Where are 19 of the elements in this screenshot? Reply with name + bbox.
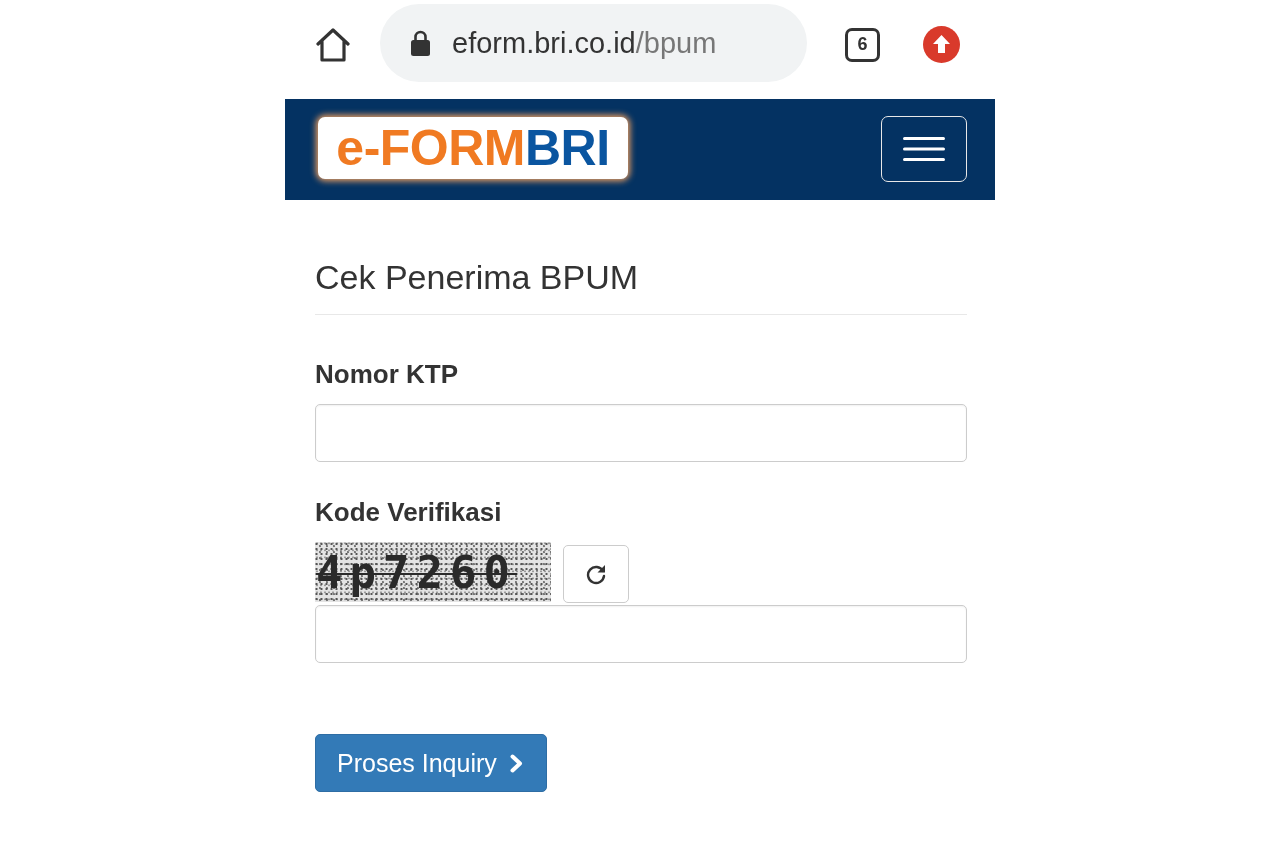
logo[interactable]: e-FORMBRI (318, 116, 628, 179)
tab-count-button[interactable]: 6 (845, 27, 880, 62)
field-label: Nomor KTP (315, 359, 458, 389)
menu-button[interactable] (881, 115, 967, 182)
address-bar[interactable]: eform.bri.co.id/bpum (380, 4, 807, 82)
refresh-icon (585, 563, 607, 585)
captcha-image: 4p7260 (315, 542, 551, 602)
home-icon (315, 27, 351, 62)
submit-button[interactable]: Proses Inquiry (315, 734, 547, 792)
input-field[interactable] (315, 404, 967, 462)
chevron-right-icon (509, 753, 523, 773)
home-button[interactable] (315, 27, 351, 62)
url-text: eform.bri.co.id/bpum (452, 26, 717, 60)
field-label: Kode Verifikasi (315, 497, 502, 527)
page-title: Cek Penerima BPUM (315, 257, 640, 297)
lock-icon (411, 30, 430, 56)
input-field[interactable] (315, 605, 967, 663)
menu-icon (903, 136, 945, 161)
refresh-button[interactable] (563, 545, 629, 603)
